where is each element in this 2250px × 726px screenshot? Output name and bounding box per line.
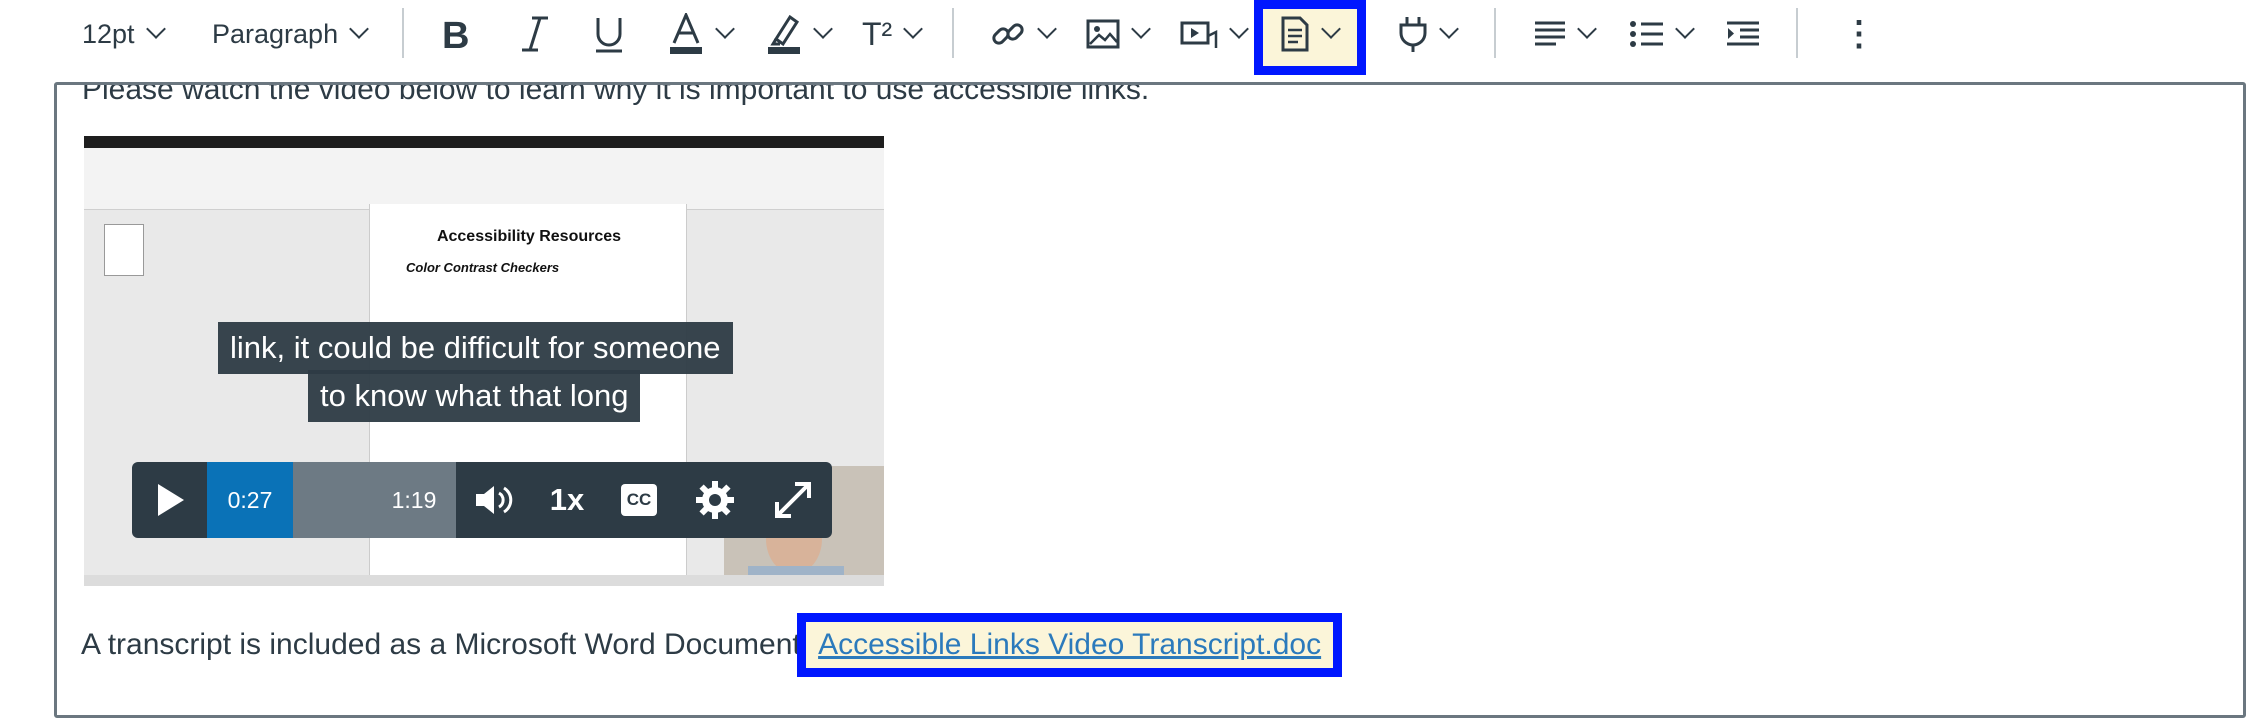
chevron-down-icon xyxy=(813,19,833,39)
italic-button[interactable] xyxy=(520,0,550,68)
editor-content-area[interactable]: Please watch the video below to learn wh… xyxy=(54,82,2246,718)
chevron-down-icon xyxy=(1675,19,1695,39)
more-options-button[interactable]: ⋮ xyxy=(1842,0,1876,68)
highlight-color-button[interactable] xyxy=(766,0,833,68)
chevron-down-icon xyxy=(1229,19,1249,39)
video-frame-ribbon xyxy=(84,148,884,210)
more-icon: ⋮ xyxy=(1842,15,1876,53)
transcript-link-highlight: Accessible Links Video Transcript.doc xyxy=(797,613,1343,677)
media-icon xyxy=(1180,21,1218,48)
video-frame-thumbnail xyxy=(104,224,144,276)
video-player-controls: 0:27 1:19 1x CC xyxy=(132,462,832,538)
speed-button[interactable]: 1x xyxy=(532,462,602,538)
chevron-down-icon xyxy=(349,19,369,39)
document-dropdown[interactable] xyxy=(1280,0,1341,68)
underline-icon xyxy=(596,18,622,53)
toolbar-divider xyxy=(952,8,954,58)
indent-button[interactable] xyxy=(1726,0,1760,68)
caption-line-1: link, it could be difficult for someone xyxy=(218,322,733,374)
chevron-down-icon xyxy=(1439,19,1459,39)
gear-icon xyxy=(696,481,734,519)
indent-icon xyxy=(1727,21,1759,46)
current-time: 0:27 xyxy=(227,486,273,513)
image-dropdown[interactable] xyxy=(1086,0,1151,68)
duration: 1:19 xyxy=(391,486,437,513)
settings-button[interactable] xyxy=(676,462,754,538)
plugin-dropdown[interactable] xyxy=(1398,0,1459,68)
cc-icon: CC xyxy=(620,484,658,516)
chevron-down-icon xyxy=(715,19,735,39)
superscript-dropdown[interactable]: T² xyxy=(862,0,924,68)
toolbar-divider xyxy=(1494,8,1496,58)
chevron-down-icon xyxy=(1131,19,1151,39)
font-size-dropdown[interactable]: 12pt xyxy=(82,0,166,68)
svg-text:B: B xyxy=(442,15,469,54)
toolbar-divider xyxy=(1796,8,1798,58)
block-format-value: Paragraph xyxy=(212,18,339,49)
intro-paragraph: Please watch the video below to learn wh… xyxy=(82,82,1150,106)
superscript-icon: T² xyxy=(862,15,893,52)
block-format-dropdown[interactable]: Paragraph xyxy=(212,0,369,68)
align-dropdown[interactable] xyxy=(1534,0,1597,68)
text-color-button[interactable] xyxy=(668,0,735,68)
chevron-down-icon xyxy=(145,19,166,39)
chevron-down-icon xyxy=(1321,19,1341,39)
transcript-text: A transcript is included as a Microsoft … xyxy=(81,628,810,661)
rich-content-toolbar: 12pt Paragraph B T² ⋮ xyxy=(0,0,2250,75)
play-button[interactable] xyxy=(132,462,207,538)
volume-button[interactable] xyxy=(456,462,532,538)
caption-line-2: to know what that long xyxy=(308,370,641,422)
plugin-icon xyxy=(1399,17,1427,52)
video-doc-subheading: Color Contrast Checkers xyxy=(406,260,560,275)
play-icon xyxy=(157,484,184,516)
chevron-down-icon xyxy=(903,19,924,39)
embedded-video[interactable]: Accessibility Resources Color Contrast C… xyxy=(84,136,884,586)
video-frame-menubar xyxy=(84,136,884,148)
fullscreen-button[interactable] xyxy=(754,462,832,538)
transcript-doc-link[interactable]: Accessible Links Video Transcript.doc xyxy=(818,628,1321,661)
chevron-down-icon xyxy=(1037,19,1057,39)
video-doc-heading: Accessibility Resources xyxy=(436,228,622,245)
link-icon xyxy=(992,23,1024,45)
video-frame-statusbar xyxy=(84,575,884,586)
link-dropdown[interactable] xyxy=(990,0,1057,68)
font-size-value: 12pt xyxy=(82,18,135,49)
fullscreen-icon xyxy=(775,482,811,518)
bold-button[interactable]: B xyxy=(440,0,476,68)
list-dropdown[interactable] xyxy=(1630,0,1695,68)
toolbar-divider xyxy=(402,8,404,58)
align-icon xyxy=(1535,21,1565,46)
bold-icon: B xyxy=(442,15,469,54)
underline-button[interactable] xyxy=(592,0,626,68)
chevron-down-icon xyxy=(1577,19,1597,39)
list-icon xyxy=(1630,21,1663,47)
media-dropdown[interactable] xyxy=(1180,0,1249,68)
image-icon xyxy=(1086,19,1120,49)
italic-icon xyxy=(522,16,548,52)
volume-icon xyxy=(476,486,513,514)
text-color-icon xyxy=(670,13,702,54)
closed-captions-button[interactable]: CC xyxy=(602,462,676,538)
highlight-icon xyxy=(768,14,800,54)
document-icon xyxy=(1281,16,1309,52)
transcript-paragraph: A transcript is included as a Microsoft … xyxy=(81,613,1343,677)
